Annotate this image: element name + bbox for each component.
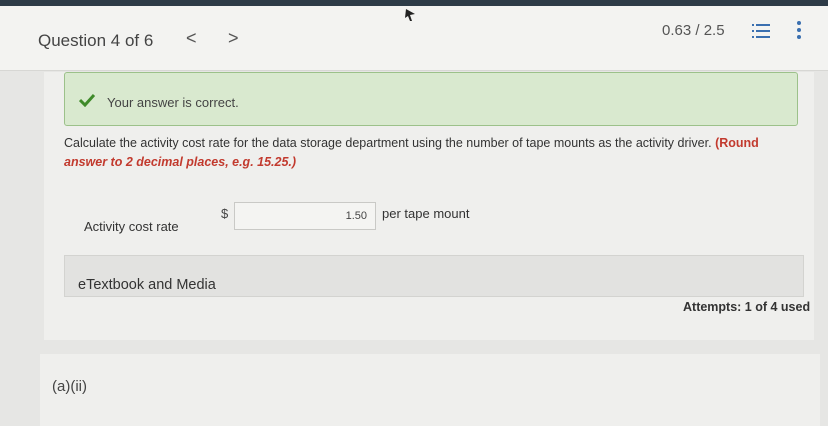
question-body: Calculate the activity cost rate for the… — [64, 136, 712, 150]
list-icon[interactable] — [752, 22, 770, 40]
part-label: (a)(ii) — [52, 378, 87, 395]
rounding-hint: answer to 2 decimal places, e.g. 15.25.) — [64, 155, 297, 169]
activity-cost-rate-label: Activity cost rate — [84, 219, 179, 234]
question-counter: Question 4 of 6 — [38, 31, 154, 50]
previous-question-button[interactable]: < — [186, 28, 197, 49]
question-text: Calculate the activity cost rate for the… — [64, 134, 784, 172]
next-question-button[interactable]: > — [228, 28, 239, 49]
activity-cost-rate-input[interactable] — [234, 202, 376, 230]
currency-symbol: $ — [221, 206, 229, 221]
etextbook-label: eTextbook and Media — [78, 277, 216, 293]
mouse-cursor-icon — [405, 9, 415, 21]
correct-answer-banner: Your answer is correct. — [64, 72, 798, 126]
top-bar: Question 4 of 6 < > 0.63 / 2.5 — [0, 0, 828, 71]
attempts-counter: Attempts: 1 of 4 used — [683, 300, 811, 314]
check-icon — [79, 93, 95, 107]
more-vertical-icon[interactable] — [796, 20, 802, 40]
rounding-hint-start: (Round — [715, 136, 759, 150]
unit-label: per tape mount — [382, 206, 470, 221]
score-display: 0.63 / 2.5 — [662, 22, 725, 39]
etextbook-media-button[interactable]: eTextbook and Media — [64, 255, 804, 297]
feedback-message: Your answer is correct. — [107, 95, 239, 110]
next-part-card — [40, 354, 820, 426]
top-strip — [0, 0, 828, 6]
